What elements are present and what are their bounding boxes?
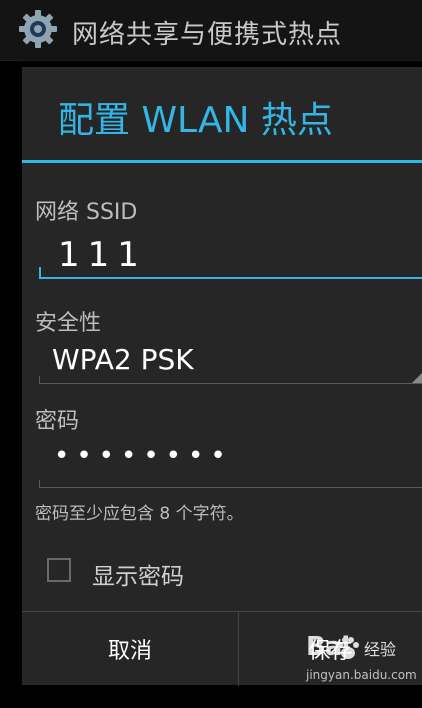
password-hint: 密码至少应包含 8 个字符。 <box>35 504 244 524</box>
baidu-jingyan-watermark: Bai 经验 jingyan.baidu.com <box>300 632 422 708</box>
app-bar: 网络共享与便携式热点 <box>0 0 422 61</box>
cancel-button[interactable]: 取消 <box>22 612 239 686</box>
dialog-title: 配置 WLAN 热点 <box>58 100 333 141</box>
security-spinner[interactable]: WPA2 PSK <box>52 343 194 376</box>
show-password-label[interactable]: 显示密码 <box>92 557 184 591</box>
ssid-input[interactable]: 111 <box>58 235 147 275</box>
password-underline <box>39 487 422 488</box>
watermark-url: jingyan.baidu.com <box>306 668 417 682</box>
app-title: 网络共享与便携式热点 <box>72 20 343 50</box>
show-password-checkbox[interactable] <box>47 558 71 582</box>
wlan-hotspot-dialog: 配置 WLAN 热点 网络 SSID 111 安全性 WPA2 PSK 密码 •… <box>22 67 422 686</box>
gear-icon[interactable] <box>18 9 58 49</box>
security-label: 安全性 <box>35 311 102 336</box>
ssid-input-underline <box>39 277 422 279</box>
security-underline <box>39 383 422 384</box>
watermark-text: 经验 <box>364 640 397 659</box>
title-divider <box>22 160 422 163</box>
password-label: 密码 <box>35 409 80 434</box>
paw-icon <box>337 637 359 659</box>
ssid-label: 网络 SSID <box>35 200 138 225</box>
password-input[interactable]: •••••••• <box>54 441 233 471</box>
dropdown-corner-icon <box>412 373 422 383</box>
